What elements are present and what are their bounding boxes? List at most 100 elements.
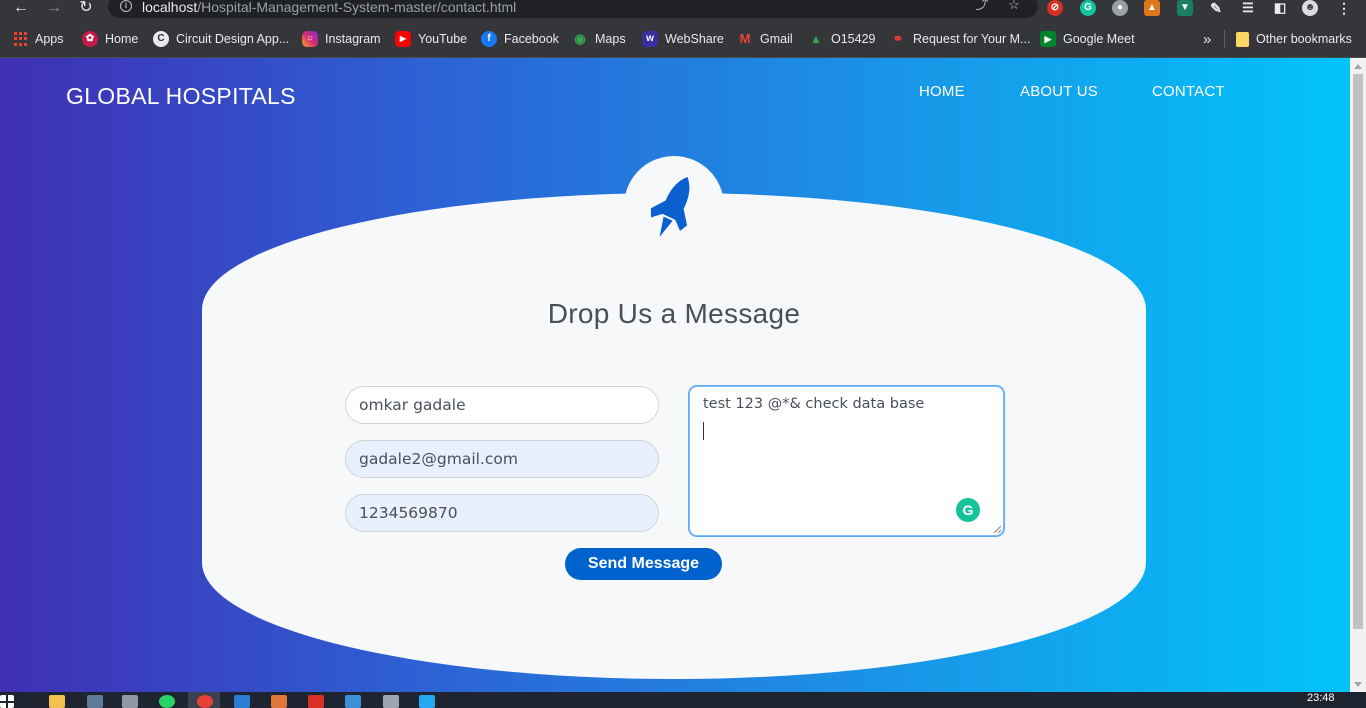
phone-input[interactable]: 1234569870 bbox=[345, 494, 659, 532]
apps-grid-icon bbox=[14, 32, 28, 46]
share-icon[interactable]: ⤴ bbox=[974, 0, 990, 12]
send-message-button[interactable]: Send Message bbox=[565, 548, 722, 580]
raspberry-icon: ✿ bbox=[82, 31, 98, 47]
app-icon[interactable] bbox=[271, 695, 287, 708]
bookmark-webshare[interactable]: w WebShare bbox=[642, 30, 724, 48]
profile-avatar-icon[interactable]: ☻ bbox=[1302, 0, 1318, 16]
bookmark-label: Maps bbox=[595, 32, 626, 46]
bookmark-label: Google Meet bbox=[1063, 32, 1135, 46]
bookmark-circuit-design[interactable]: C Circuit Design App... bbox=[153, 30, 289, 48]
phone-input-value: 1234569870 bbox=[359, 504, 458, 522]
bookmark-label: Request for Your M... bbox=[913, 32, 1031, 46]
message-textarea[interactable]: test 123 @*& check data base G bbox=[689, 386, 1004, 536]
chrome-icon[interactable] bbox=[197, 695, 213, 708]
google-meet-icon: ▶ bbox=[1040, 31, 1056, 47]
back-icon[interactable]: ← bbox=[10, 0, 32, 18]
address-bar[interactable]: i localhost/Hospital-Management-System-m… bbox=[108, 0, 1038, 18]
bookmark-maps[interactable]: ◉ Maps bbox=[572, 30, 626, 48]
bookmark-label: YouTube bbox=[418, 32, 468, 46]
bookmark-label: Facebook bbox=[504, 32, 559, 46]
webshare-icon: w bbox=[642, 31, 658, 47]
request-icon: ⚭ bbox=[892, 31, 904, 46]
bookmark-star-icon[interactable]: ☆ bbox=[1006, 0, 1022, 12]
bookmark-label: Apps bbox=[35, 32, 64, 46]
browser-toolbar: ← → ↻ i localhost/Hospital-Management-Sy… bbox=[0, 0, 1366, 18]
start-icon[interactable] bbox=[0, 695, 14, 708]
folder-icon bbox=[1236, 31, 1249, 47]
url-text[interactable]: localhost/Hospital-Management-System-mas… bbox=[142, 0, 516, 15]
bookmark-label: Circuit Design App... bbox=[176, 32, 290, 46]
app-icon[interactable] bbox=[87, 695, 103, 708]
bookmark-label: Gmail bbox=[760, 32, 793, 46]
message-textarea-value: test 123 @*& check data base bbox=[703, 396, 925, 412]
bookmark-google-meet[interactable]: ▶ Google Meet bbox=[1040, 30, 1135, 48]
page-scrollbar[interactable] bbox=[1350, 58, 1366, 692]
metamask-extension-icon[interactable]: ▲ bbox=[1144, 0, 1160, 16]
url-path: /Hospital-Management-System-master/conta… bbox=[197, 0, 517, 15]
email-input-value: gadale2@gmail.com bbox=[359, 450, 518, 468]
scroll-down-icon[interactable] bbox=[1354, 682, 1362, 687]
circuit-icon: C bbox=[153, 31, 169, 47]
bookmark-label: Home bbox=[105, 32, 139, 46]
grammarly-extension-icon[interactable]: G bbox=[1080, 0, 1096, 16]
bookmark-instagram[interactable]: ○ Instagram bbox=[302, 30, 381, 48]
o15429-icon: ▲ bbox=[810, 32, 822, 46]
globe-extension-icon[interactable]: ● bbox=[1112, 0, 1128, 16]
other-bookmarks-folder[interactable]: Other bookmarks bbox=[1236, 30, 1352, 48]
vpn-extension-icon[interactable]: ▼ bbox=[1177, 0, 1193, 16]
page-viewport: GLOBAL HOSPITALS HOME ABOUT US CONTACT D… bbox=[0, 58, 1350, 692]
forward-icon[interactable]: → bbox=[43, 0, 65, 18]
resize-handle-icon[interactable] bbox=[993, 525, 1001, 533]
youtube-icon: ▶ bbox=[395, 31, 411, 47]
scrollbar-thumb[interactable] bbox=[1353, 74, 1363, 629]
name-input-value: omkar gadale bbox=[359, 396, 466, 414]
app-icon[interactable] bbox=[122, 695, 138, 708]
bookmark-gmail[interactable]: M Gmail bbox=[737, 30, 793, 48]
nav-about-link[interactable]: ABOUT US bbox=[1020, 83, 1098, 100]
nav-contact-link[interactable]: CONTACT bbox=[1152, 83, 1225, 100]
whatsapp-icon[interactable] bbox=[159, 695, 175, 708]
reload-icon[interactable]: ↻ bbox=[75, 0, 97, 18]
reading-list-icon[interactable]: ☰ bbox=[1240, 0, 1256, 16]
bookmark-request[interactable]: ⚭ Request for Your M... bbox=[890, 30, 1031, 48]
bookmark-apps[interactable]: Apps bbox=[14, 30, 64, 48]
contact-card bbox=[202, 193, 1146, 679]
bookmark-label: O15429 bbox=[831, 32, 876, 46]
app-icon[interactable] bbox=[234, 695, 250, 708]
bookmarks-divider bbox=[1224, 30, 1225, 48]
url-host: localhost bbox=[142, 0, 198, 15]
site-brand[interactable]: GLOBAL HOSPITALS bbox=[66, 83, 296, 110]
maps-icon: ◉ bbox=[574, 31, 586, 46]
grammarly-icon[interactable]: G bbox=[956, 498, 980, 522]
extension-blocker-icon[interactable]: ⊘ bbox=[1047, 0, 1063, 16]
scroll-up-icon[interactable] bbox=[1354, 64, 1362, 69]
bookmark-label: WebShare bbox=[665, 32, 724, 46]
app-icon[interactable] bbox=[383, 695, 399, 708]
app-icon[interactable] bbox=[345, 695, 361, 708]
rocket-badge bbox=[624, 156, 724, 256]
other-bookmarks-label: Other bookmarks bbox=[1256, 32, 1352, 46]
rocket-icon bbox=[650, 176, 690, 237]
bookmark-youtube[interactable]: ▶ YouTube bbox=[395, 30, 467, 48]
email-input[interactable]: gadale2@gmail.com bbox=[345, 440, 659, 478]
bookmarks-bar: Apps ✿ Home C Circuit Design App... ○ In… bbox=[0, 18, 1366, 58]
file-explorer-icon[interactable] bbox=[49, 695, 65, 708]
bookmark-home[interactable]: ✿ Home bbox=[82, 30, 138, 48]
name-input[interactable]: omkar gadale bbox=[345, 386, 659, 424]
side-panel-icon[interactable]: ◧ bbox=[1272, 0, 1288, 16]
form-heading: Drop Us a Message bbox=[547, 298, 801, 329]
bookmark-o15429[interactable]: ▲ O15429 bbox=[808, 30, 875, 48]
taskbar-clock[interactable]: 23:48 bbox=[1307, 692, 1335, 704]
instagram-icon: ○ bbox=[302, 31, 318, 47]
nav-home-link[interactable]: HOME bbox=[919, 83, 965, 100]
os-taskbar: 23:48 bbox=[0, 692, 1366, 708]
site-info-icon[interactable]: i bbox=[120, 0, 132, 12]
bookmarks-overflow-button[interactable]: » bbox=[1203, 30, 1211, 48]
facebook-icon: f bbox=[481, 31, 497, 47]
gmail-icon: M bbox=[739, 31, 751, 46]
vscode-icon[interactable] bbox=[419, 695, 435, 708]
bookmark-facebook[interactable]: f Facebook bbox=[481, 30, 559, 48]
browser-menu-icon[interactable]: ⋮ bbox=[1336, 0, 1352, 16]
extensions-puzzle-icon[interactable]: ✎ bbox=[1208, 0, 1224, 16]
app-icon[interactable] bbox=[308, 695, 324, 708]
